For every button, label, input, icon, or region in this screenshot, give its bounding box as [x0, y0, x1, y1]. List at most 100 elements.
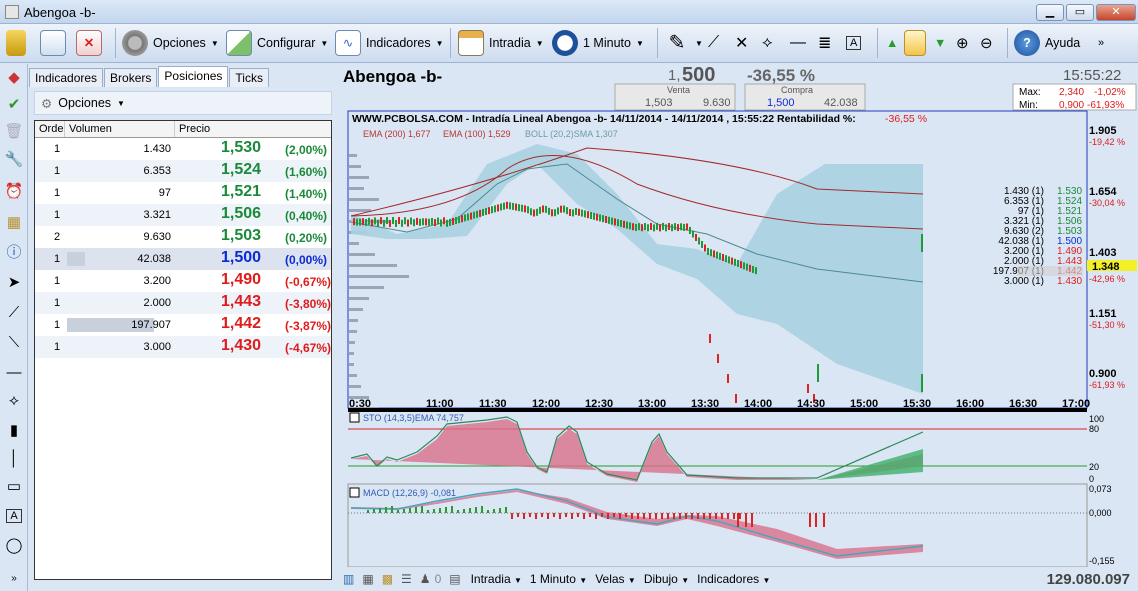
status-interval[interactable]: 1 Minuto ▼ [530, 572, 587, 586]
side-ruler-tool[interactable]: ▮ [4, 420, 24, 440]
table-icon[interactable]: ▦ [362, 572, 373, 586]
macd-histogram-bar [613, 513, 615, 517]
text-tool[interactable]: A [846, 28, 862, 58]
volume-profile-bar [349, 176, 369, 179]
side-rect-tool[interactable]: ▭ [4, 476, 24, 496]
status-intradia[interactable]: Intradia ▼ [471, 572, 522, 586]
panel-options-button[interactable]: ⚙ Opciones ▼ [34, 91, 332, 115]
macd-histogram-bar [427, 510, 429, 513]
zoom-in-button[interactable]: ⊕ [956, 28, 969, 58]
side-hline-tool[interactable]: — [4, 362, 24, 382]
sto-tick: 20 [1089, 462, 1099, 472]
table-row[interactable]: 1 3.200 1,490 (-0,67%) [35, 270, 331, 292]
side-more[interactable]: » [4, 568, 24, 588]
trend-tool[interactable]: ✕ [735, 28, 748, 58]
table-row[interactable]: 1 6.353 1,524 (1,60%) [35, 160, 331, 182]
indicadores-menu[interactable]: ∿ Indicadores ▼ [335, 28, 444, 58]
book-volume: 3.000 (1) [1004, 276, 1044, 287]
side-line-tool[interactable]: ⟋ [4, 302, 24, 322]
table-row[interactable]: 2 9.630 1,503 (0,20%) [35, 226, 331, 248]
table-row[interactable]: 1 197.907 1,442 (-3,87%) [35, 314, 331, 336]
book-button[interactable] [904, 28, 926, 58]
arrow-up-icon: ▲ [886, 36, 899, 50]
candle [665, 224, 667, 232]
toolbar-overflow[interactable]: » [1098, 28, 1104, 58]
candle [581, 209, 583, 217]
side-vline-tool[interactable]: │ [4, 448, 24, 468]
tab-posiciones[interactable]: Posiciones [158, 66, 229, 87]
ayuda-button[interactable]: ? Ayuda [1014, 28, 1080, 58]
table-row[interactable]: 1 42.038 1,500 (0,00%) [35, 248, 331, 270]
status-dibujo[interactable]: Dibujo ▼ [644, 572, 689, 586]
info-button[interactable]: ⓘ [4, 241, 24, 261]
pointer-tool[interactable]: ➤ [4, 272, 24, 292]
macd-histogram-bar [737, 513, 739, 527]
tab-indicadores[interactable]: Indicadores [29, 68, 104, 87]
portfolio-icon[interactable]: ▩ [382, 572, 393, 586]
minimize-button[interactable]: ▁ [1036, 4, 1064, 21]
time-label: 11:30 [479, 398, 507, 410]
tab-ticks[interactable]: Ticks [229, 68, 269, 87]
close-button[interactable]: ✕ [1096, 4, 1136, 21]
horizontal-line-tool[interactable]: — [790, 28, 806, 58]
opciones-menu[interactable]: Opciones ▼ [122, 28, 219, 58]
calc-icon[interactable]: ▤ [449, 572, 460, 586]
table-row[interactable]: 1 1.430 1,530 (2,00%) [35, 138, 331, 160]
candle [731, 257, 733, 265]
sto-close-icon[interactable] [349, 412, 360, 423]
chart-icon-button[interactable]: ◆ [4, 67, 24, 87]
chevron-down-icon: ▼ [117, 98, 125, 108]
zoom-out-button[interactable]: ⊖ [980, 28, 993, 58]
pencil-tool[interactable]: ✎ ▼ [664, 28, 703, 58]
table-row[interactable]: 1 3.321 1,506 (0,40%) [35, 204, 331, 226]
table-row[interactable]: 1 3.000 1,430 (-4,67%) [35, 336, 331, 358]
table-row[interactable]: 1 97 1,521 (1,40%) [35, 182, 331, 204]
row-orders: 1 [54, 253, 61, 265]
candle [587, 211, 589, 219]
table-row[interactable]: 1 2.000 1,443 (-3,80%) [35, 292, 331, 314]
candle [440, 219, 442, 227]
status-indicadores[interactable]: Indicadores ▼ [697, 572, 770, 586]
new-button[interactable] [40, 28, 66, 58]
down-button[interactable]: ▼ [934, 28, 946, 58]
sto-tick: 80 [1089, 424, 1099, 434]
channel-tool[interactable]: ⟡ [762, 28, 773, 58]
configurar-menu[interactable]: Configurar ▼ [226, 28, 328, 58]
line-tool[interactable]: ⟋ [708, 28, 719, 58]
macd-close-icon[interactable] [349, 487, 360, 498]
macd-histogram-bar [721, 513, 723, 519]
chart-canvas[interactable]: Abengoa -b- 1, 500 -36,55 % 15:55:22 Ven… [337, 64, 1138, 567]
macd-histogram-bar [445, 507, 447, 513]
intradia-menu[interactable]: Intradia ▼ [458, 28, 544, 58]
up-button[interactable]: ▲ [886, 28, 898, 58]
row-volume: 6.353 [143, 165, 171, 177]
status-velas[interactable]: Velas ▼ [595, 572, 636, 586]
fibonacci-tool[interactable]: ≣ [818, 28, 831, 58]
user-icon[interactable]: ♟ [420, 572, 431, 586]
interval-menu[interactable]: 1 Minuto ▼ [552, 28, 644, 58]
alarm-button[interactable]: ⏰ [4, 181, 24, 201]
side-channel-tool[interactable]: ⟡ [4, 390, 24, 410]
side-segment-tool[interactable]: ⟍ [4, 332, 24, 352]
maximize-button[interactable]: ▭ [1066, 4, 1094, 21]
row-price: 1,530 [221, 139, 262, 156]
trash-button[interactable]: 🗑 [4, 121, 24, 141]
check-button[interactable]: ✔ [4, 94, 24, 114]
candle [644, 223, 646, 231]
col-volume[interactable]: Volumen [65, 121, 175, 137]
col-price[interactable]: Precio [175, 121, 331, 137]
col-orders[interactable]: Orde [35, 121, 65, 137]
list-icon[interactable]: ☰ [401, 572, 412, 586]
side-ellipse-tool[interactable]: ◯ [4, 535, 24, 555]
time-label: 16:30 [1009, 398, 1037, 410]
lock-button[interactable] [6, 28, 26, 58]
candle [740, 261, 742, 269]
wrench-button[interactable]: 🔧 [4, 149, 24, 169]
add-portfolio-button[interactable]: ▦ [4, 212, 24, 232]
side-text-tool[interactable]: A [4, 506, 24, 526]
tab-brokers[interactable]: Brokers [104, 68, 158, 87]
row-volume: 197.907 [131, 319, 171, 331]
delete-button[interactable]: ✕ [76, 28, 102, 58]
candle [536, 208, 538, 216]
chart-type-icon[interactable]: ▥ [343, 572, 354, 586]
